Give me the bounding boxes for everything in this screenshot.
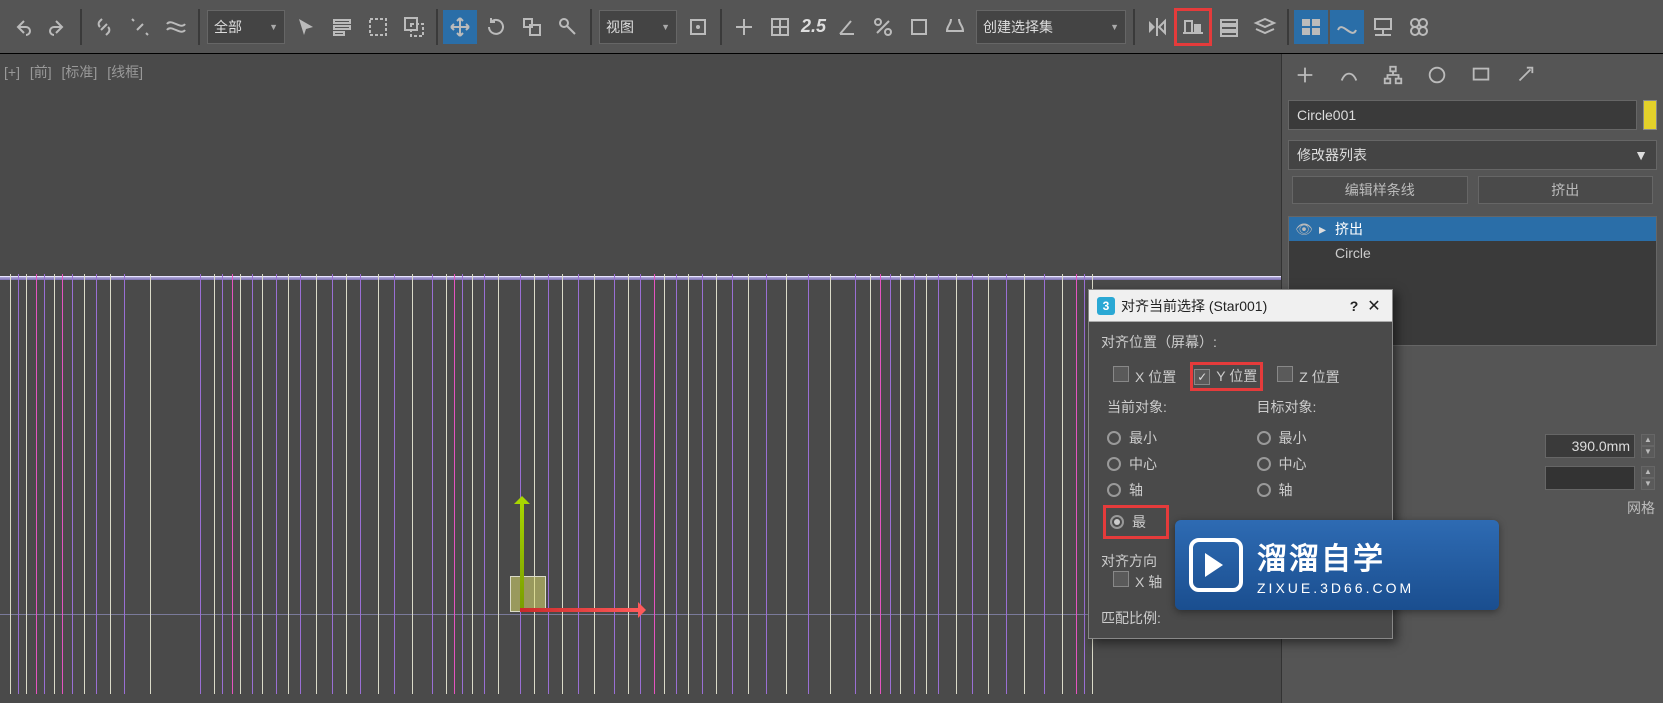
highlight-y-pos: Y 位置 — [1190, 362, 1263, 391]
mirror-button[interactable] — [1140, 10, 1174, 44]
main-toolbar: 全部▼ 视图▼ 2.5 创建选择集▼ — [0, 0, 1663, 54]
viewport-mode[interactable]: [线框] — [107, 64, 143, 80]
mod-row-extrude[interactable]: 👁 ▸ 挤出 — [1289, 217, 1656, 241]
btn-edit-spline[interactable]: 编辑样条线 — [1292, 176, 1468, 204]
snap-25-label: 2.5 — [801, 16, 826, 37]
align-position-label: 对齐位置（屏幕）: — [1101, 332, 1380, 352]
current-object-col: 当前对象: 最小 中心 轴 最 — [1107, 397, 1231, 539]
y-pos-check[interactable]: Y 位置 — [1194, 368, 1257, 384]
command-panel-tabs — [1282, 54, 1663, 96]
axis-checkbox-row: X 位置 Y 位置 Z 位置 — [1113, 366, 1380, 387]
close-button[interactable]: ✕ — [1364, 296, 1384, 316]
cur-max-radio[interactable] — [1110, 515, 1124, 529]
scale-button[interactable] — [515, 10, 549, 44]
watermark-url: ZIXUE.3D66.COM — [1257, 580, 1414, 596]
curve-editor-button[interactable] — [1330, 10, 1364, 44]
rotate-button[interactable] — [479, 10, 513, 44]
percent-snap-button[interactable] — [866, 10, 900, 44]
cur-min-radio[interactable]: 最小 — [1107, 425, 1231, 451]
pivot-center-button[interactable] — [681, 10, 715, 44]
undo-button[interactable] — [5, 10, 39, 44]
cur-pivot-radio[interactable]: 轴 — [1107, 477, 1231, 503]
x-axis-check[interactable]: X 轴 — [1113, 574, 1162, 590]
refcoord-drop[interactable]: 视图▼ — [599, 10, 677, 44]
snap-axis-button[interactable] — [727, 10, 761, 44]
modifier-list-drop[interactable]: 修改器列表▼ — [1288, 140, 1657, 170]
link-button[interactable] — [87, 10, 121, 44]
grid-label: 网格 — [1627, 498, 1655, 518]
watermark: 溜溜自学 ZIXUE.3D66.COM — [1175, 520, 1499, 610]
play-icon — [1189, 538, 1243, 592]
viewport-view[interactable]: [前] — [30, 64, 52, 80]
z-pos-check[interactable]: Z 位置 — [1277, 366, 1339, 387]
snap-grid-button[interactable] — [763, 10, 797, 44]
unlink-button[interactable] — [123, 10, 157, 44]
gizmo-xy-plane[interactable] — [510, 576, 546, 612]
layers-toggle-button[interactable] — [1212, 10, 1246, 44]
spinner-up[interactable]: ▲ — [1641, 434, 1655, 446]
cur-center-radio[interactable]: 中心 — [1107, 451, 1231, 477]
named-selset-drop[interactable]: 创建选择集▼ — [976, 10, 1126, 44]
redo-button[interactable] — [41, 10, 75, 44]
tab-modify[interactable] — [1332, 58, 1366, 92]
align-button[interactable] — [1176, 10, 1210, 44]
refcoord-label: 视图 — [606, 17, 634, 37]
tgt-center-radio[interactable]: 中心 — [1257, 451, 1381, 477]
edit-named-sel-button[interactable] — [938, 10, 972, 44]
dialog-titlebar[interactable]: 3 对齐当前选择 (Star001) ? ✕ — [1089, 290, 1392, 322]
app-icon: 3 — [1097, 297, 1115, 315]
eye-icon[interactable]: 👁 — [1295, 221, 1313, 238]
window-crossing-button[interactable] — [397, 10, 431, 44]
select-manipulate-button[interactable] — [551, 10, 585, 44]
tgt-min-radio[interactable]: 最小 — [1257, 425, 1381, 451]
object-name-field[interactable]: Circle001 — [1288, 100, 1637, 130]
rect-region-button[interactable] — [361, 10, 395, 44]
dialog-title: 对齐当前选择 (Star001) — [1121, 296, 1344, 316]
toggle-ribbon-button[interactable] — [1294, 10, 1328, 44]
gizmo-y-axis[interactable] — [520, 502, 524, 612]
x-pos-check[interactable]: X 位置 — [1113, 366, 1176, 387]
select-by-name-button[interactable] — [325, 10, 359, 44]
selection-filter-drop[interactable]: 全部▼ — [207, 10, 285, 44]
angle-snap-button[interactable] — [830, 10, 864, 44]
segments-spinner[interactable] — [1545, 466, 1635, 490]
amount-spinner[interactable]: 390.0mm — [1545, 434, 1635, 458]
named-selset-label: 创建选择集 — [983, 17, 1053, 37]
move-gizmo[interactable] — [510, 492, 650, 632]
mod-row-circle[interactable]: Circle — [1289, 241, 1656, 265]
gizmo-x-axis[interactable] — [520, 608, 640, 612]
spinner-snap-button[interactable] — [902, 10, 936, 44]
match-scale-label: 匹配比例: — [1101, 608, 1161, 628]
object-color-swatch[interactable] — [1643, 100, 1657, 130]
viewport-shade[interactable]: [标准] — [62, 64, 98, 80]
target-object-col: 目标对象: 最小 中心 轴 — [1257, 397, 1381, 539]
tab-hierarchy[interactable] — [1376, 58, 1410, 92]
tab-utilities[interactable] — [1508, 58, 1542, 92]
viewport-plus[interactable]: [+] — [4, 64, 20, 80]
modifier-list-label: 修改器列表 — [1297, 145, 1367, 165]
highlight-cur-max: 最 — [1103, 505, 1169, 539]
watermark-title: 溜溜自学 — [1257, 534, 1414, 578]
bind-spacewarp-button[interactable] — [159, 10, 193, 44]
help-button[interactable]: ? — [1344, 298, 1364, 314]
tab-motion[interactable] — [1420, 58, 1454, 92]
tgt-pivot-radio[interactable]: 轴 — [1257, 477, 1381, 503]
spinner-down[interactable]: ▼ — [1641, 446, 1655, 458]
select-object-button[interactable] — [289, 10, 323, 44]
btn-extrude[interactable]: 挤出 — [1478, 176, 1654, 204]
move-button[interactable] — [443, 10, 477, 44]
material-editor-button[interactable] — [1402, 10, 1436, 44]
selection-filter-label: 全部 — [214, 17, 242, 37]
tab-display[interactable] — [1464, 58, 1498, 92]
tab-create[interactable] — [1288, 58, 1322, 92]
layer-explorer-button[interactable] — [1248, 10, 1282, 44]
viewport-label[interactable]: [+] [前] [标准] [线框] — [4, 62, 149, 82]
schematic-view-button[interactable] — [1366, 10, 1400, 44]
